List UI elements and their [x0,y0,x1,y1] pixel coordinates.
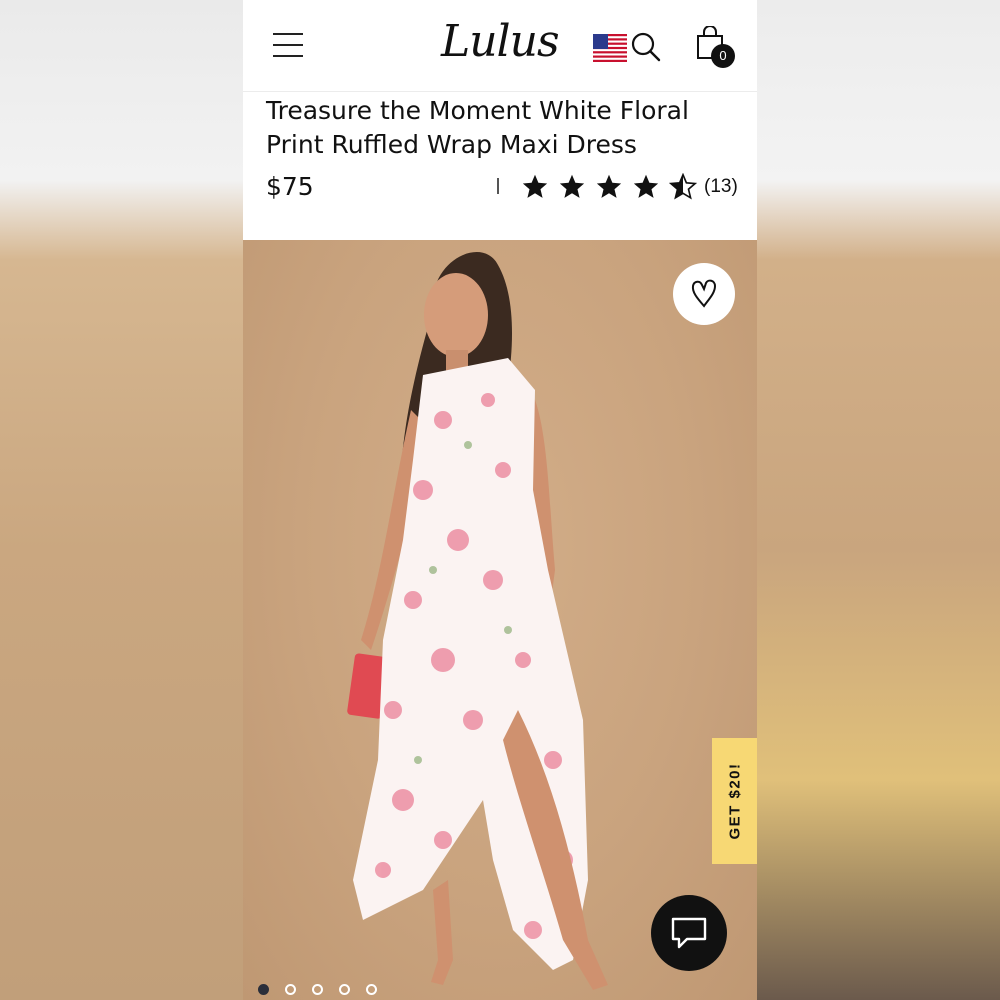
site-logo[interactable]: Lulus [441,16,560,67]
search-icon[interactable] [631,32,661,62]
chat-icon [671,917,707,949]
product-price: $75 [266,172,314,201]
carousel-dot[interactable] [339,984,350,995]
chat-button[interactable] [651,895,727,971]
top-navigation-bar: Lulus 0 [243,0,757,92]
rating-stars[interactable]: (13) [521,171,738,203]
us-flag-icon[interactable] [593,34,627,62]
mobile-page: Lulus 0 Treasure the Moment White Floral… [243,0,757,1000]
hamburger-menu-icon[interactable] [273,33,303,57]
product-image[interactable]: GET $20! [243,240,757,1000]
wishlist-heart-button[interactable] [673,263,735,325]
background-left [0,0,243,1000]
promo-tab[interactable]: GET $20! [712,738,757,864]
carousel-dot[interactable] [312,984,323,995]
review-count[interactable]: (13) [704,176,738,198]
star-full-icon [559,174,585,198]
carousel-dots [258,984,393,995]
product-title: Treasure the Moment White Floral Print R… [266,96,689,159]
star-full-icon [522,174,548,198]
star-half-icon [669,173,697,200]
price-rating-divider [497,178,499,194]
star-full-icon [633,174,659,198]
background-right [757,0,1000,1000]
heart-icon [691,279,717,308]
model-photo-illustration [347,252,608,990]
carousel-dot[interactable] [258,984,269,995]
carousel-dot[interactable] [366,984,377,995]
shopping-bag-icon[interactable]: 0 [695,25,739,70]
cart-count-badge: 0 [711,44,735,68]
star-full-icon [596,174,622,198]
promo-tab-label: GET $20! [726,762,744,840]
carousel-dot[interactable] [285,984,296,995]
